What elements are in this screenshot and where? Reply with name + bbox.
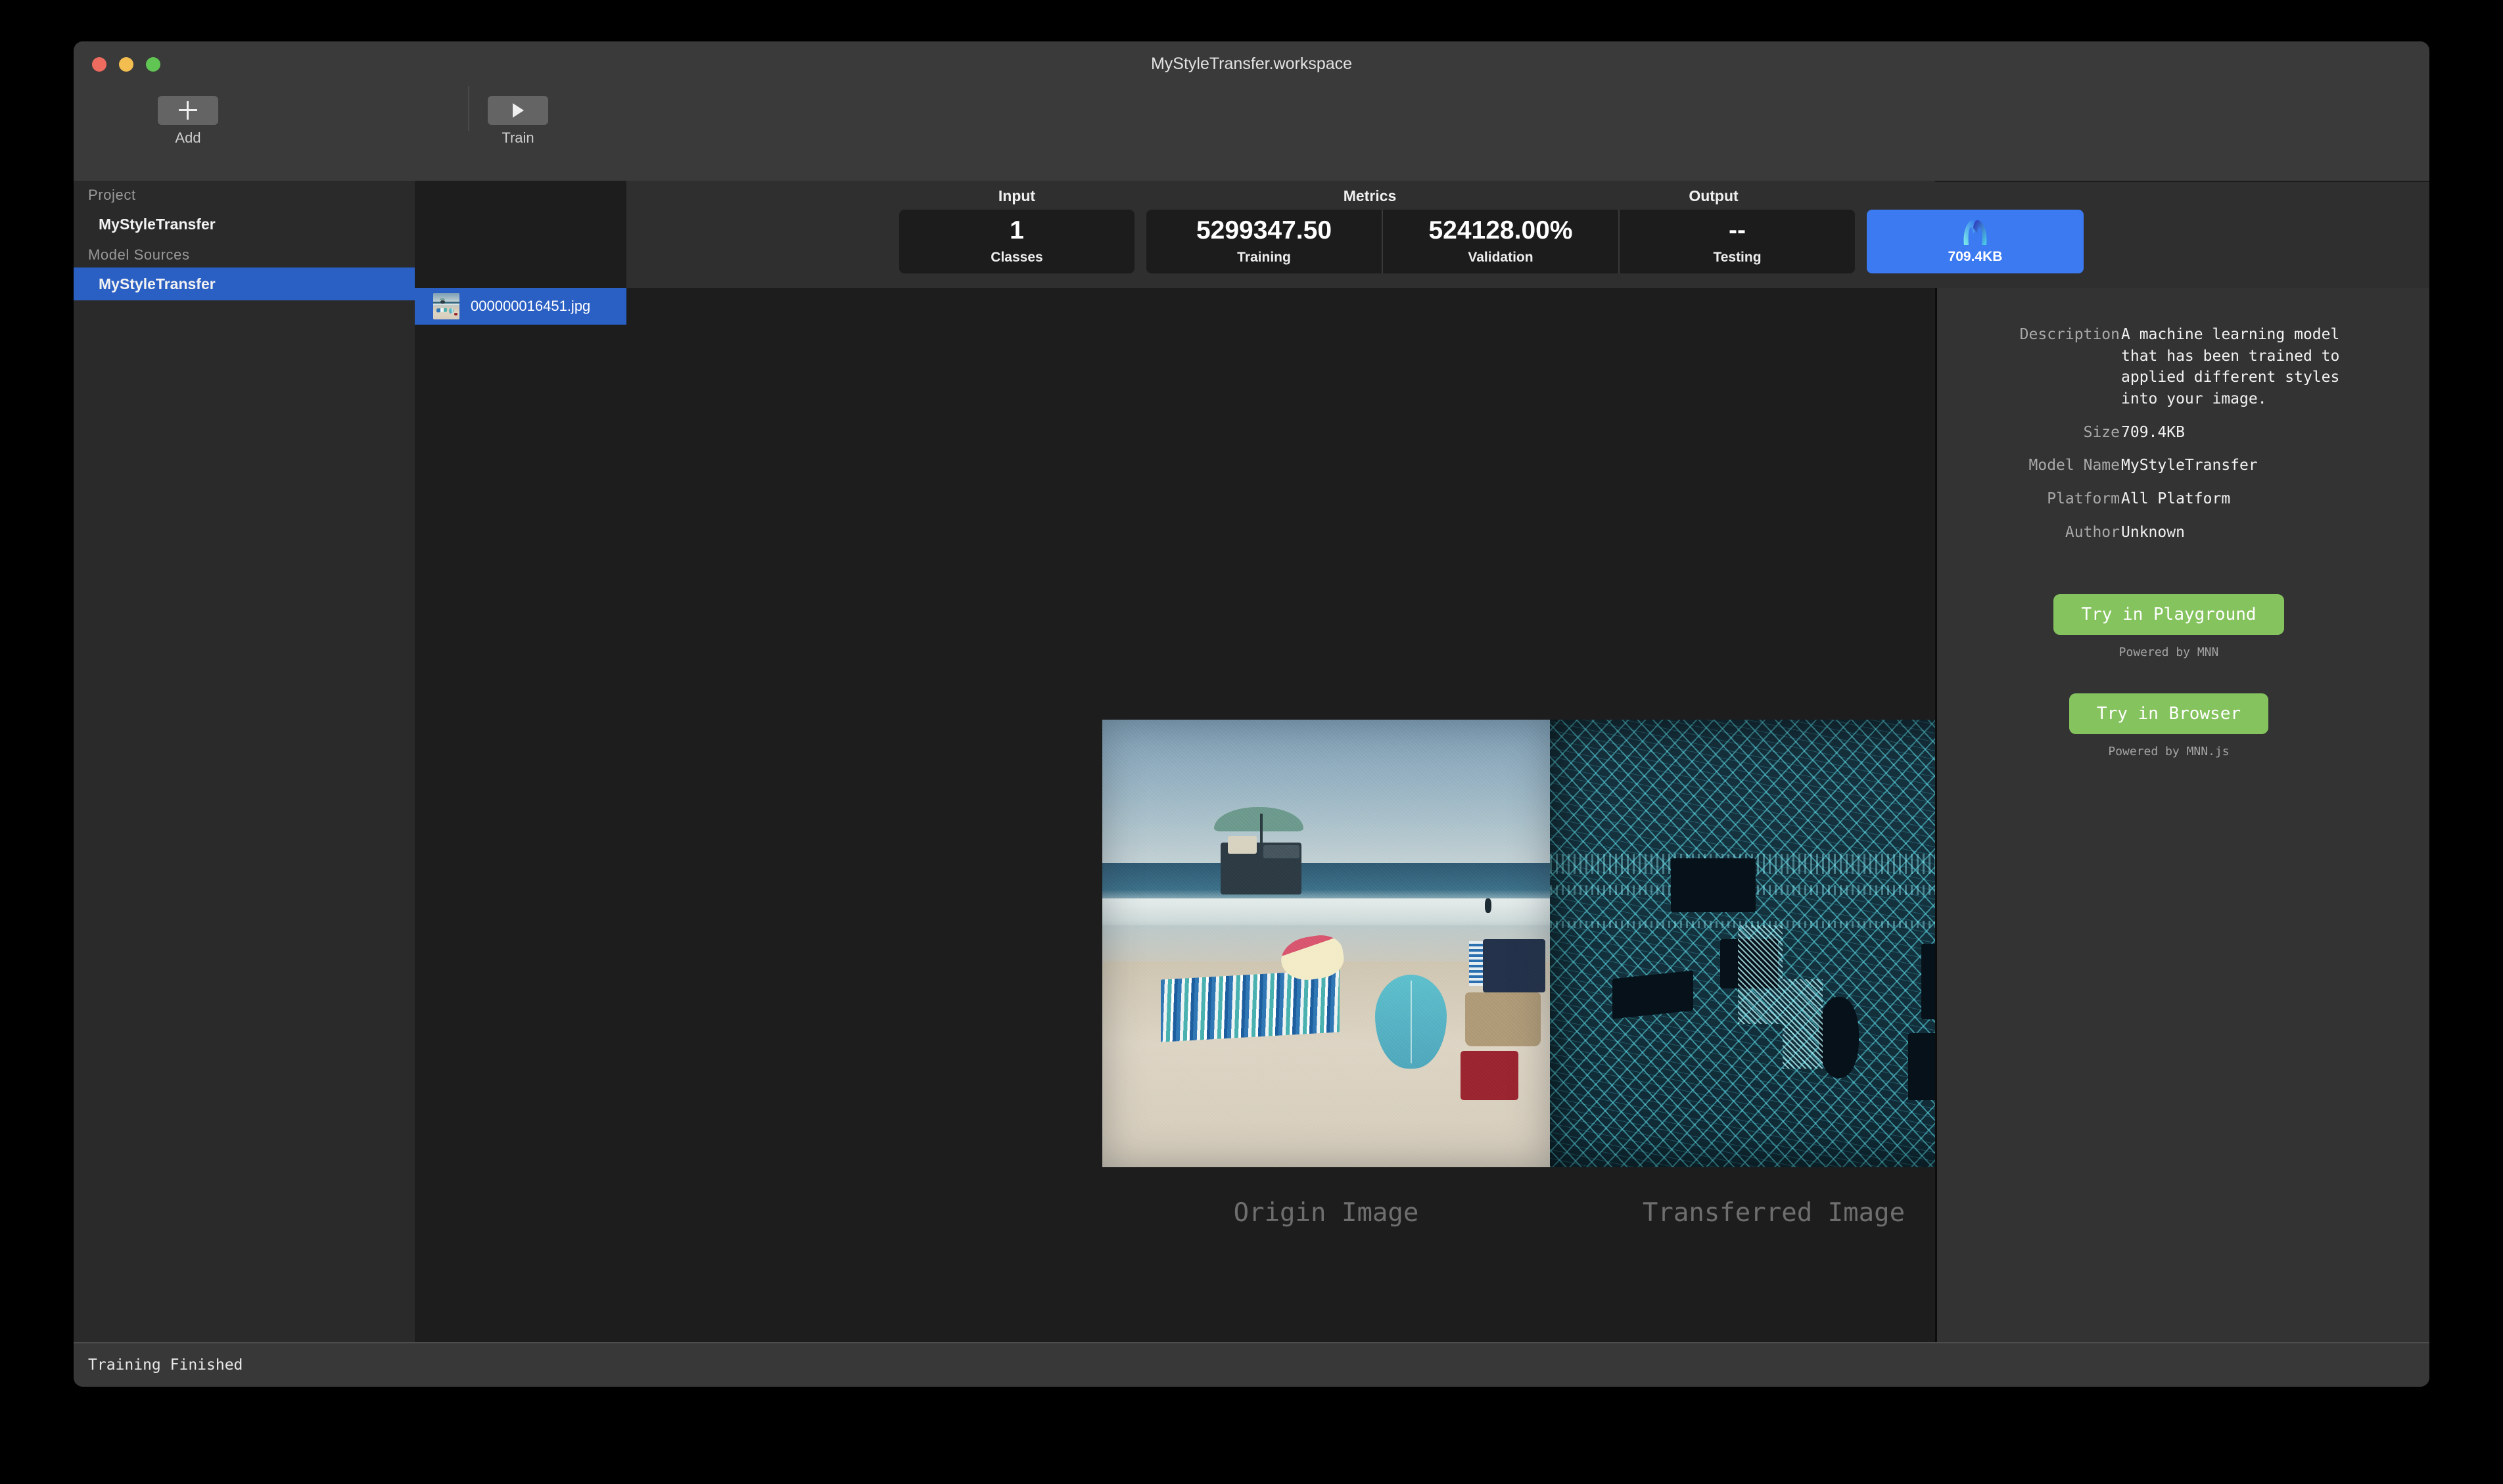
metric-label-training: Training — [1237, 249, 1291, 265]
detail-row-model-name: Model Name MyStyleTransfer — [1937, 455, 2400, 476]
toolbar-item-train[interactable]: Train — [488, 96, 548, 147]
preview-canvas: Origin Image Transferred Image — [626, 288, 1998, 1343]
metric-cards: 1 Classes 5299347.50 Training 524128.00%… — [899, 210, 2084, 273]
sidebar-section-project-header: Project — [88, 187, 136, 203]
beach-photo-thumbnail-icon — [433, 293, 459, 319]
detail-row-author: Author Unknown — [1937, 522, 2400, 544]
body-area: Project MyStyleTransfer Model Sources My… — [74, 181, 2429, 1343]
toolbar-item-add[interactable]: Add — [158, 96, 218, 147]
detail-row-platform: Platform All Platform — [1937, 488, 2400, 510]
metric-label-validation: Validation — [1468, 249, 1533, 265]
detail-label-size: Size — [2083, 423, 2120, 441]
metric-card-classes: 1 Classes — [899, 210, 1135, 273]
sidebar: Project MyStyleTransfer Model Sources My… — [74, 181, 415, 1343]
detail-row-description: Description A machine learning model tha… — [1937, 324, 2400, 410]
detail-label-author: Author — [2065, 523, 2120, 541]
sidebar-section-model-sources-header: Model Sources — [88, 246, 190, 263]
metric-label-testing: Testing — [1713, 249, 1762, 265]
metric-card-testing: -- Testing — [1618, 210, 1855, 273]
play-icon — [512, 103, 524, 118]
detail-value-description: A machine learning model that has been t… — [2121, 326, 2340, 407]
metrics-bar: Input Metrics Output 1 Classes 5299347.5… — [626, 181, 2084, 288]
output-model-size: 709.4KB — [1948, 248, 2003, 264]
detail-label-platform: Platform — [2047, 490, 2120, 507]
list-item[interactable]: 000000016451.jpg — [415, 288, 626, 325]
metric-value-training: 5299347.50 — [1196, 216, 1332, 245]
origin-image — [1102, 720, 1550, 1167]
add-button[interactable] — [158, 96, 218, 125]
metric-card-training: 5299347.50 Training — [1146, 210, 1382, 273]
metric-card-validation: 524128.00% Validation — [1382, 210, 1618, 273]
detail-label-model-name: Model Name — [2028, 457, 2120, 475]
model-detail-panel: Description A machine learning model tha… — [1935, 288, 2429, 1343]
transferred-image-caption: Transferred Image — [1642, 1198, 1906, 1228]
detail-value-platform: All Platform — [2121, 490, 2231, 507]
mnn-logo-icon — [1960, 219, 1990, 246]
detail-value-size: 709.4KB — [2121, 423, 2185, 441]
metric-label-classes: Classes — [991, 249, 1043, 265]
output-model-button[interactable]: 709.4KB — [1867, 210, 2084, 273]
image-captions: Origin Image Transferred Image — [1102, 1198, 1998, 1228]
image-pair — [1102, 720, 1998, 1167]
transferred-image — [1550, 720, 1998, 1167]
status-message: Training Finished — [88, 1356, 243, 1374]
sidebar-item-project-mystyletransfer[interactable]: MyStyleTransfer — [74, 208, 415, 241]
window-title: MyStyleTransfer.workspace — [1150, 55, 1353, 73]
status-bar: Training Finished — [74, 1342, 2429, 1387]
app-window: MyStyleTransfer.workspace Add Train Proj… — [74, 41, 2429, 1387]
metrics-group-label-output: Output — [1689, 187, 1739, 204]
list-item-label: 000000016451.jpg — [471, 298, 591, 314]
train-button[interactable] — [488, 96, 548, 125]
try-in-browser-note: Powered by MNN.js — [2108, 745, 2230, 759]
try-in-browser-button[interactable]: Try in Browser — [2069, 693, 2269, 735]
toolbar: Add Train — [74, 86, 2429, 182]
detail-value-author: Unknown — [2121, 523, 2185, 541]
file-list-panel: 000000016451.jpg — [415, 181, 628, 1343]
add-button-label: Add — [175, 129, 201, 146]
try-in-playground-group: Try in Playground Powered by MNN — [1937, 594, 2400, 659]
detail-row-size: Size 709.4KB — [1937, 422, 2400, 444]
metrics-group-label-metrics: Metrics — [1343, 187, 1397, 204]
detail-value-model-name: MyStyleTransfer — [2121, 457, 2258, 475]
metrics-group-label-input: Input — [998, 187, 1036, 204]
plus-icon — [178, 101, 198, 120]
try-in-browser-group: Try in Browser Powered by MNN.js — [1937, 693, 2400, 758]
origin-image-caption: Origin Image — [1233, 1198, 1419, 1228]
train-button-label: Train — [502, 129, 534, 146]
try-in-playground-note: Powered by MNN — [2118, 645, 2219, 660]
detail-label-description: Description — [2019, 326, 2120, 343]
metric-value-classes: 1 — [1010, 216, 1024, 245]
title-bar: MyStyleTransfer.workspace — [74, 41, 2429, 86]
metric-value-validation: 524128.00% — [1428, 216, 1573, 245]
metric-value-testing: -- — [1729, 216, 1746, 245]
try-in-playground-button[interactable]: Try in Playground — [2053, 594, 2284, 636]
sidebar-item-model-source-mystyletransfer[interactable]: MyStyleTransfer — [74, 267, 415, 300]
toolbar-divider — [468, 86, 469, 131]
